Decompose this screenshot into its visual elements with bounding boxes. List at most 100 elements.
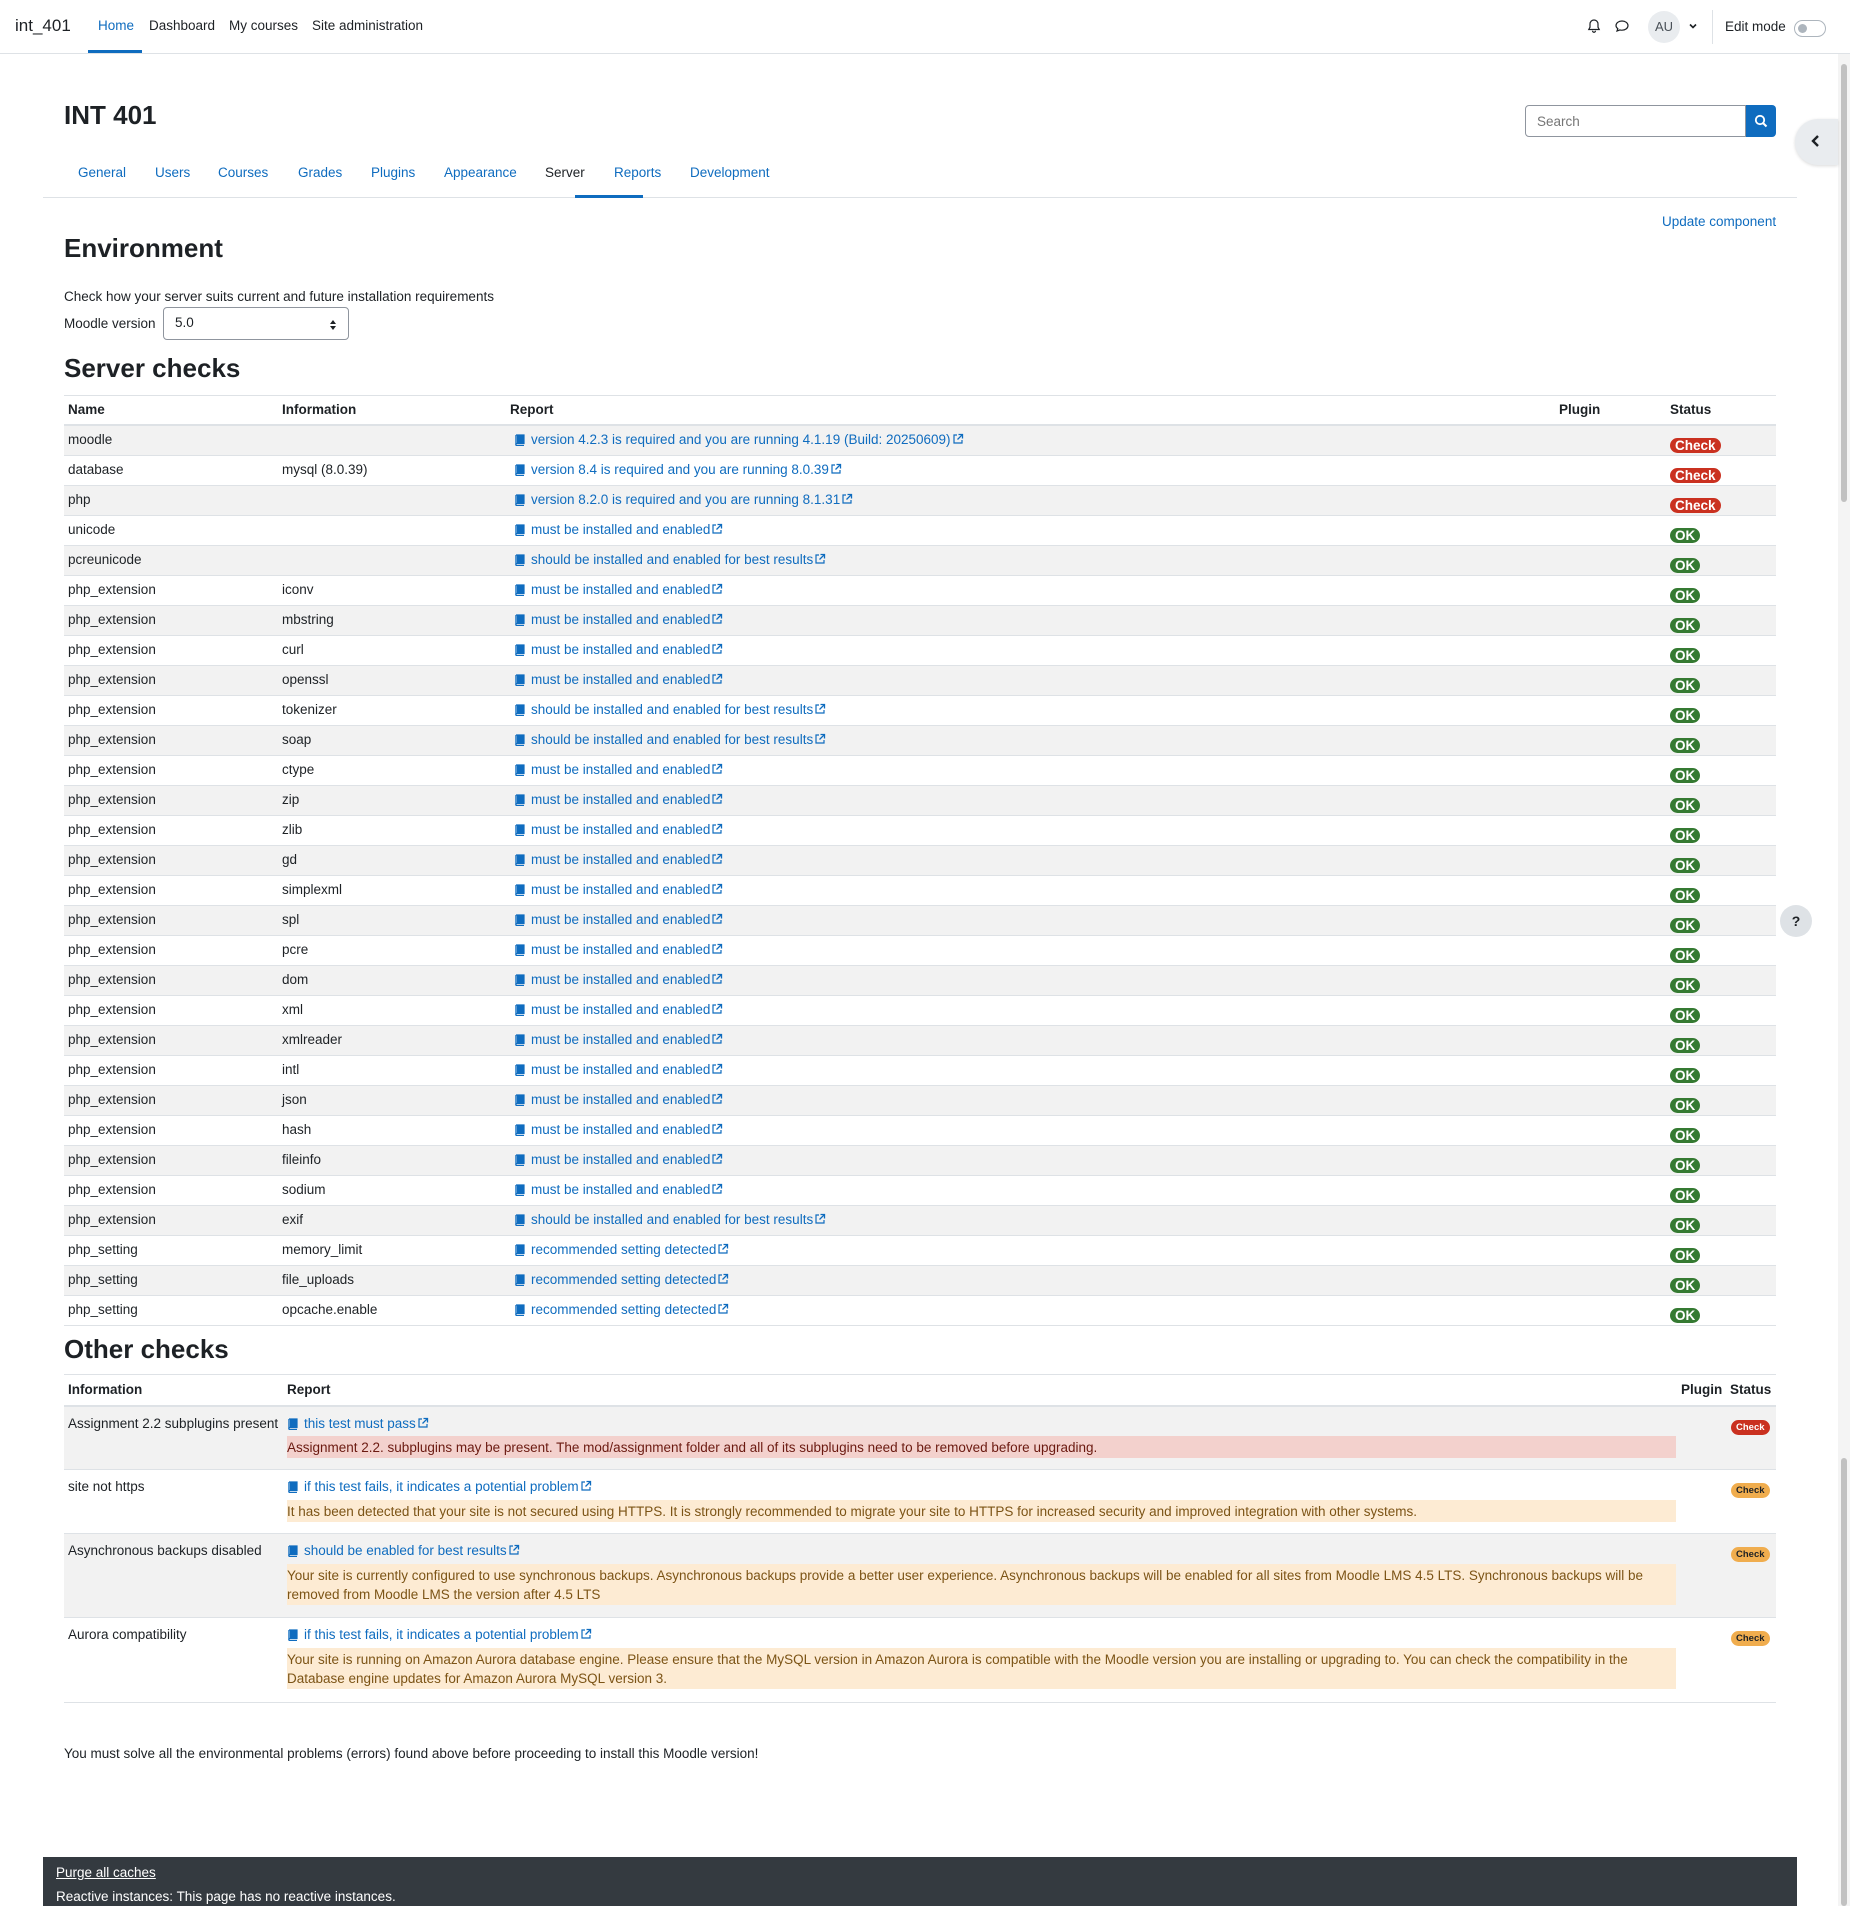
check-report-link[interactable]: must be installed and enabled [531,1032,710,1047]
check-report-link[interactable]: must be installed and enabled [531,1122,710,1137]
check-report-link[interactable]: version 8.2.0 is required and you are ru… [531,492,840,507]
table-row: php_extension sodium must be installed and… [64,1176,1776,1206]
check-report-link[interactable]: should be installed and enabled for best… [531,702,813,717]
check-message: Your site is currently configured to use… [287,1564,1676,1605]
external-link-icon [718,1273,729,1284]
check-report-link[interactable]: must be installed and enabled [531,912,710,927]
check-information: gd [282,852,298,867]
check-information: hash [282,1122,312,1137]
check-report-link[interactable]: must be installed and enabled [531,882,710,897]
check-report-link[interactable]: must be installed and enabled [531,1092,710,1107]
help-button[interactable]: ? [1780,905,1812,937]
bell-icon[interactable] [1586,18,1604,36]
check-information: pcre [282,942,309,957]
status-badge: OK [1670,768,1701,783]
toggle-knob [1798,24,1807,33]
status-badge: OK [1670,1068,1701,1083]
status-badge: OK [1670,678,1701,693]
avatar[interactable]: AU [1648,11,1680,43]
book-icon [515,704,525,716]
check-information: xmlreader [282,1032,343,1047]
search-input[interactable] [1525,105,1746,137]
moodle-version-select[interactable]: 5.0 [163,307,349,340]
check-report-link[interactable]: must be installed and enabled [531,972,710,987]
check-report: must be installed and enabled [514,642,723,657]
check-report-link[interactable]: must be installed and enabled [531,852,710,867]
status-badge: OK [1670,948,1701,963]
nav-home[interactable]: Home [98,18,134,33]
page-scrollbar[interactable] [1838,54,1850,1906]
tab-courses[interactable]: Courses [218,165,268,180]
column-header-plugin: Plugin [1559,402,1601,417]
site-name[interactable]: int_401 [15,16,71,36]
table-row: php_extension spl must be installed and en… [64,906,1776,936]
external-link-icon [712,943,723,954]
tab-users[interactable]: Users [155,165,190,180]
check-report-link[interactable]: this test must pass [304,1416,416,1431]
update-component-link[interactable]: Update component [1662,214,1776,229]
check-report-link[interactable]: recommended setting detected [531,1242,716,1257]
check-report-link[interactable]: must be installed and enabled [531,822,710,837]
table-row: database mysql (8.0.39) version 8.4 is req… [64,456,1776,486]
check-report-link[interactable]: if this test fails, it indicates a poten… [304,1479,579,1494]
check-report-link[interactable]: must be installed and enabled [531,942,710,957]
tab-server[interactable]: Server [545,165,585,180]
check-report-link[interactable]: should be installed and enabled for best… [531,1212,813,1227]
check-report-link[interactable]: should be enabled for best results [304,1543,507,1558]
chevron-down-icon[interactable] [1687,20,1699,32]
tab-appearance[interactable]: Appearance [444,165,517,180]
table-row: php_extension json must be installed and e… [64,1086,1776,1116]
scrollbar-thumb-lower[interactable] [1841,1458,1847,1906]
edit-mode-toggle[interactable] [1794,20,1826,37]
tab-plugins[interactable]: Plugins [371,165,415,180]
check-information: intl [282,1062,300,1077]
check-report-link[interactable]: must be installed and enabled [531,1062,710,1077]
check-report-link[interactable]: should be installed and enabled for best… [531,552,813,567]
table-row: php_extension ctype must be installed and … [64,756,1776,786]
external-link-icon [712,643,723,654]
check-report-link[interactable]: version 8.4 is required and you are runn… [531,462,829,477]
check-report-link[interactable]: must be installed and enabled [531,642,710,657]
check-report-link[interactable]: version 4.2.3 is required and you are ru… [531,432,951,447]
external-link-icon [952,433,963,444]
table-row: php_extension tokenizer should be installe… [64,696,1776,726]
check-report-link[interactable]: must be installed and enabled [531,1002,710,1017]
check-report: must be installed and enabled [514,522,723,537]
chat-icon[interactable] [1614,18,1632,36]
check-report-link[interactable]: recommended setting detected [531,1302,716,1317]
external-link-icon [831,463,842,474]
check-information: fileinfo [282,1152,322,1167]
check-report-link[interactable]: must be installed and enabled [531,612,710,627]
check-information: zip [282,792,300,807]
table-row: Asynchronous backups disabled should be e… [64,1534,1776,1618]
open-block-drawer-button[interactable] [1795,119,1838,165]
nav-dashboard[interactable]: Dashboard [149,18,215,33]
search-button[interactable] [1746,105,1776,137]
purge-all-caches-link[interactable]: Purge all caches [56,1865,156,1880]
check-report: should be installed and enabled for best… [514,732,826,747]
check-name: php_extension [68,882,156,897]
check-report-link[interactable]: must be installed and enabled [531,1182,710,1197]
check-report-link[interactable]: if this test fails, it indicates a poten… [304,1627,579,1642]
check-report-link[interactable]: recommended setting detected [531,1272,716,1287]
book-icon [515,764,525,776]
check-report-link[interactable]: should be installed and enabled for best… [531,732,813,747]
book-icon [515,1214,525,1226]
check-report-link[interactable]: must be installed and enabled [531,792,710,807]
tab-grades[interactable]: Grades [298,165,342,180]
nav-site-administration[interactable]: Site administration [312,18,423,33]
scrollbar-thumb[interactable] [1841,64,1847,502]
nav-my-courses[interactable]: My courses [229,18,298,33]
check-report: must be installed and enabled [514,1092,723,1107]
tab-reports[interactable]: Reports [614,165,661,180]
column-header-information: Information [282,402,357,417]
check-report-link[interactable]: must be installed and enabled [531,522,710,537]
tab-development[interactable]: Development [690,165,770,180]
status-cell: Check [1731,1629,1770,1646]
check-report-link[interactable]: must be installed and enabled [531,1152,710,1167]
tab-general[interactable]: General [78,165,126,180]
check-report-link[interactable]: must be installed and enabled [531,672,710,687]
check-report-link[interactable]: must be installed and enabled [531,582,710,597]
check-report-link[interactable]: must be installed and enabled [531,762,710,777]
status-cell: Check [1731,1545,1770,1562]
